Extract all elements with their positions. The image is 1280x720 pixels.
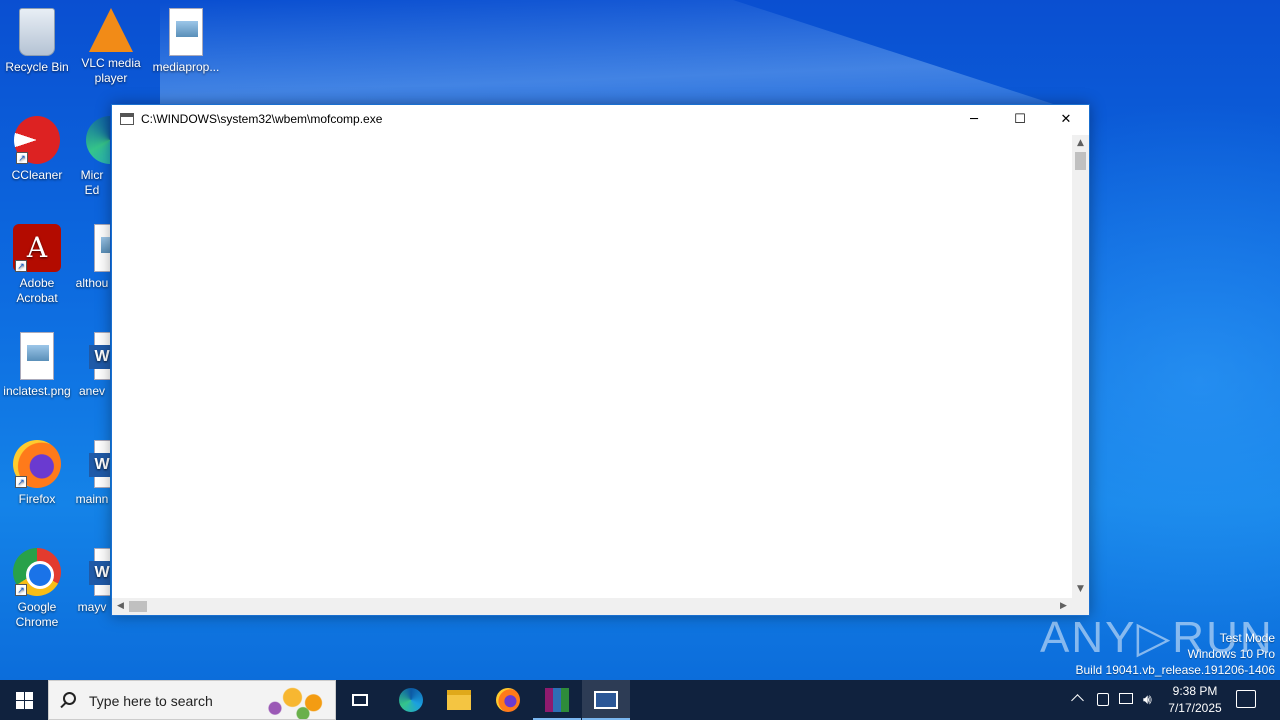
edge-icon xyxy=(86,116,110,164)
desktop-icon-label: CCleaner xyxy=(11,168,63,182)
desktop-icon-label: inclatest.png xyxy=(3,384,71,398)
file-explorer-icon xyxy=(447,690,471,710)
desktop-icon-edge[interactable]: Micr Ed xyxy=(74,116,110,198)
mofcomp-console-icon xyxy=(594,691,618,709)
desktop-icon-inclatest[interactable]: inclatest.png xyxy=(0,332,74,399)
taskbar-search-box[interactable]: Type here to search xyxy=(48,680,336,720)
desktop-icon-recycle-bin[interactable]: Recycle Bin xyxy=(0,8,74,75)
taskbar-firefox-button[interactable] xyxy=(484,680,532,720)
taskbar-file-explorer-button[interactable] xyxy=(435,680,483,720)
action-center-icon[interactable] xyxy=(1236,690,1256,708)
firefox-icon xyxy=(496,688,520,712)
taskbar: Type here to search 🔊︎ 9:38 PM 7/17/2025 xyxy=(0,680,1280,720)
console-output-area[interactable] xyxy=(112,135,1072,598)
horizontal-scroll-thumb[interactable] xyxy=(129,601,147,612)
shortcut-arrow-icon: ↗ xyxy=(15,260,27,272)
console-app-icon xyxy=(120,113,134,125)
tray-app-icon xyxy=(1097,693,1109,706)
edge-icon xyxy=(399,688,423,712)
image-file-icon xyxy=(20,332,54,380)
desktop-icon-label: Adobe Acrobat xyxy=(16,276,58,305)
horizontal-scrollbar[interactable]: ◀ ▶ xyxy=(112,598,1072,615)
desktop-icon-label: Micr Ed xyxy=(80,168,104,197)
taskbar-clock[interactable]: 9:38 PM 7/17/2025 xyxy=(1160,683,1230,717)
windows-logo-pane xyxy=(16,701,24,709)
firefox-icon: ↗ xyxy=(13,440,61,488)
acrobat-icon: ↗ xyxy=(13,224,61,272)
task-view-button[interactable] xyxy=(336,680,384,720)
ccleaner-icon: ↗ xyxy=(14,116,60,164)
chrome-icon: ↗ xyxy=(13,548,61,596)
vlc-icon xyxy=(89,8,133,52)
taskbar-edge-button[interactable] xyxy=(387,680,435,720)
network-button[interactable] xyxy=(1117,680,1135,720)
watermark-edition: Windows 10 Pro xyxy=(1187,647,1275,661)
windows-build-watermark: Test Mode Windows 10 Pro Build 19041.vb_… xyxy=(1076,630,1276,678)
desktop-icon-label: Firefox xyxy=(18,492,56,506)
desktop-icon-mayv[interactable]: mayv xyxy=(74,548,110,615)
desktop-icon-anev[interactable]: anev xyxy=(74,332,110,399)
windows-logo-icon xyxy=(16,692,24,700)
recycle-bin-icon xyxy=(19,8,55,56)
desktop-icon-label: althou xyxy=(75,276,109,290)
chevron-up-icon xyxy=(1071,694,1084,707)
volume-icon: 🔊︎ xyxy=(1143,691,1152,707)
scroll-up-icon[interactable]: ▲ xyxy=(1072,135,1089,152)
desktop-icon-mainn[interactable]: mainn xyxy=(74,440,110,507)
desktop-icon-label: Recycle Bin xyxy=(5,60,69,74)
word-doc-icon xyxy=(89,332,110,380)
maximize-button[interactable]: ☐ xyxy=(997,105,1043,135)
desktop-icon-label: mainn xyxy=(75,492,109,506)
title-bar[interactable]: C:\WINDOWS\system32\wbem\mofcomp.exe ─ ☐… xyxy=(112,105,1089,135)
word-doc-icon xyxy=(89,548,110,596)
winrar-icon xyxy=(545,688,569,712)
desktop-icon-althou[interactable]: althou xyxy=(74,224,110,291)
tray-app-icon-button[interactable] xyxy=(1094,680,1112,720)
shortcut-arrow-icon: ↗ xyxy=(15,476,27,488)
network-icon xyxy=(1119,693,1133,704)
windows-logo-pane xyxy=(25,692,33,700)
desktop-icon-firefox[interactable]: ↗ Firefox xyxy=(0,440,74,507)
search-highlight-flowers-icon xyxy=(261,683,331,719)
desktop-icon-label: mayv xyxy=(77,600,107,614)
scroll-left-icon[interactable]: ◀ xyxy=(112,598,129,615)
image-file-icon xyxy=(94,224,110,272)
minimize-button[interactable]: ─ xyxy=(951,105,997,135)
vertical-scrollbar[interactable]: ▲ ▼ xyxy=(1072,135,1089,598)
windows-logo-pane xyxy=(25,701,33,709)
close-button[interactable]: ✕ xyxy=(1043,105,1089,135)
watermark-test-mode: Test Mode xyxy=(1219,631,1275,645)
watermark-build: Build 19041.vb_release.191206-1406 xyxy=(1075,663,1276,677)
task-view-icon xyxy=(352,694,368,706)
search-placeholder: Type here to search xyxy=(89,693,213,709)
shortcut-arrow-icon: ↗ xyxy=(16,152,28,164)
clock-time: 9:38 PM xyxy=(1172,684,1218,698)
start-button[interactable] xyxy=(0,680,48,720)
search-icon xyxy=(63,692,76,705)
word-doc-icon xyxy=(89,440,110,488)
window-title: C:\WINDOWS\system32\wbem\mofcomp.exe xyxy=(141,112,383,126)
desktop-icon-label: anev xyxy=(78,384,106,398)
volume-button[interactable]: 🔊︎ xyxy=(1141,680,1161,720)
show-hidden-icons-button[interactable] xyxy=(1070,680,1086,720)
desktop-icon-label: VLC media player xyxy=(81,56,141,85)
image-file-icon xyxy=(169,8,203,56)
desktop-icon-mediaprop[interactable]: mediaprop... xyxy=(149,8,223,75)
desktop-icon-label: Google Chrome xyxy=(15,600,59,629)
console-window[interactable]: C:\WINDOWS\system32\wbem\mofcomp.exe ─ ☐… xyxy=(111,104,1090,616)
shortcut-arrow-icon: ↗ xyxy=(15,584,27,596)
desktop-icon-ccleaner[interactable]: ↗ CCleaner xyxy=(0,116,74,183)
scroll-down-icon[interactable]: ▼ xyxy=(1072,581,1089,598)
taskbar-winrar-button[interactable] xyxy=(533,680,581,720)
desktop-icon-chrome[interactable]: ↗ Google Chrome xyxy=(0,548,74,630)
taskbar-mofcomp-button[interactable] xyxy=(582,680,630,720)
desktop-icon-acrobat[interactable]: ↗ Adobe Acrobat xyxy=(0,224,74,306)
desktop-icon-label: mediaprop... xyxy=(152,60,220,74)
clock-date: 7/17/2025 xyxy=(1168,701,1222,715)
vertical-scroll-thumb[interactable] xyxy=(1075,152,1086,170)
desktop-icon-vlc[interactable]: VLC media player xyxy=(74,8,148,86)
